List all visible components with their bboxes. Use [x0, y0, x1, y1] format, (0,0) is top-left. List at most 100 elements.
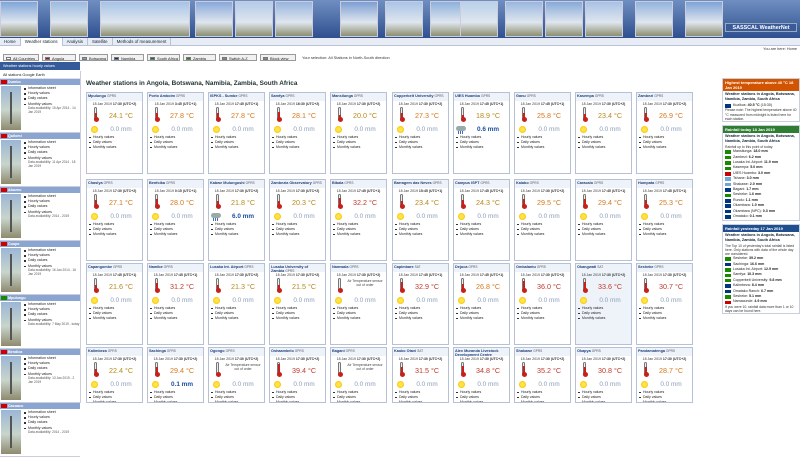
station-link[interactable]: Monthly values	[517, 145, 570, 150]
ranking-row[interactable]: Namacunde: 4.9 mm	[723, 299, 799, 305]
left-station-link[interactable]: Monthly values	[24, 318, 79, 323]
station-photo[interactable]	[1, 410, 21, 454]
station-link[interactable]: Monthly values	[211, 145, 264, 150]
left-station-name[interactable]: Bendica	[0, 349, 80, 355]
station-link[interactable]: Monthly values	[89, 316, 142, 321]
station-photo[interactable]	[1, 194, 21, 238]
station-name[interactable]: OkapyaGPRS	[576, 348, 631, 356]
station-name[interactable]: ISPKS - SumbeGPRS	[209, 93, 264, 101]
station-name[interactable]: OmbalantuGPRS	[515, 264, 570, 272]
station-name[interactable]: KalimbezaGPRS	[87, 348, 142, 356]
station-name[interactable]: OkangwatiSAT	[576, 264, 631, 272]
station-link[interactable]: Monthly values	[578, 316, 631, 321]
station-link[interactable]: Monthly values	[395, 316, 448, 321]
station-link[interactable]: Monthly values	[333, 232, 386, 237]
country-button[interactable]: Botswana	[79, 54, 108, 61]
station-name[interactable]: Alex Muranda Livestock Development Centr…	[454, 348, 509, 357]
station-name[interactable]: SachingaGPRS	[148, 348, 203, 356]
station-name[interactable]: BaganiGPRS	[331, 348, 386, 356]
country-button[interactable]: All Countries	[3, 54, 39, 61]
station-name[interactable]: SamfyaGPRS	[270, 93, 325, 101]
ranking-row[interactable]: Kuzikus: 40.5 °C (15:30)	[723, 103, 799, 108]
station-link[interactable]: Monthly values	[272, 145, 325, 150]
station-link[interactable]: Monthly values	[639, 145, 692, 150]
ranking-row[interactable]: Omatako: 0.1 mm	[723, 214, 799, 219]
station-link[interactable]: Monthly values	[272, 232, 325, 237]
station-link[interactable]: Monthly values	[639, 316, 692, 321]
station-name[interactable]: MpulunguGPRS	[87, 93, 142, 101]
left-station-link[interactable]: Monthly values	[24, 264, 80, 269]
station-name[interactable]: CapangombeGPRS	[87, 264, 142, 272]
station-link[interactable]: Monthly values	[395, 145, 448, 150]
nav-tab-analysis[interactable]: Analysis	[63, 38, 88, 46]
left-station-name[interactable]: Cuupe	[0, 241, 80, 247]
station-link[interactable]: Monthly values	[333, 316, 386, 321]
station-link[interactable]: Monthly values	[89, 145, 142, 150]
station-link[interactable]: Monthly values	[517, 316, 570, 321]
station-name[interactable]: KasempaGPRS	[576, 93, 631, 101]
country-button[interactable]: Switch A-Z	[219, 54, 257, 61]
station-name[interactable]: Barragem das NevesGPRS	[393, 180, 448, 188]
station-name[interactable]: Kabwe MulungushiGPRS	[209, 180, 264, 188]
station-link[interactable]: Monthly values	[395, 232, 448, 237]
station-name[interactable]: BibalaGPRS	[331, 180, 386, 188]
station-link[interactable]: Monthly values	[578, 145, 631, 150]
station-name[interactable]: Lusaka University of ZambiaGPRS	[270, 264, 325, 273]
left-station-name[interactable]: Mpulungu	[0, 295, 80, 301]
station-photo[interactable]	[1, 356, 21, 400]
google-earth-link[interactable]: All stations Google Earth	[0, 71, 80, 79]
nav-tab-methods-of-measurement[interactable]: Methods of measurement	[113, 38, 172, 46]
station-name[interactable]: KalaboGPRS	[515, 180, 570, 188]
station-link[interactable]: Monthly values	[456, 145, 509, 150]
station-name[interactable]: Porto AmboimGPRS	[148, 93, 203, 101]
station-name[interactable]: PandamatengaGPRS	[637, 348, 692, 356]
station-link[interactable]: Monthly values	[150, 316, 203, 321]
station-name[interactable]: ChaslyaGPRS	[87, 180, 142, 188]
left-station-name[interactable]: Cacuaco	[0, 403, 80, 409]
station-name[interactable]: ShakaweGPRS	[515, 348, 570, 356]
station-name[interactable]: UIES HuamboGPRS	[454, 93, 509, 101]
station-name[interactable]: ZambeziGPRS	[637, 93, 692, 101]
station-photo[interactable]	[1, 248, 21, 292]
station-name[interactable]: MansilungaGPRS	[331, 93, 386, 101]
station-name[interactable]: Campus ISPTGPRS	[454, 180, 509, 188]
station-name[interactable]: CapimbareSAT	[393, 264, 448, 272]
station-name[interactable]: NamibeGPRS	[148, 264, 203, 272]
left-station-link[interactable]: Monthly values	[24, 210, 69, 215]
station-link[interactable]: Monthly values	[578, 232, 631, 237]
station-name[interactable]: Copperbelt UniversityGPRS	[393, 93, 448, 101]
station-link[interactable]: Monthly values	[456, 232, 509, 237]
station-link[interactable]: Monthly values	[150, 145, 203, 150]
country-button[interactable]: Namibia	[111, 54, 144, 61]
country-button[interactable]: Block view	[260, 54, 296, 61]
country-button[interactable]: Angola	[42, 54, 76, 61]
station-link[interactable]: Monthly values	[272, 316, 325, 321]
station-photo[interactable]	[1, 302, 21, 346]
station-name[interactable]: Zambezia ObservatoryGPRS	[270, 180, 325, 188]
station-name[interactable]: BenfoikaGPRS	[148, 180, 203, 188]
station-name[interactable]: CaracaloGPRS	[576, 180, 631, 188]
station-photo[interactable]	[1, 86, 21, 130]
left-station-link[interactable]: Monthly values	[24, 156, 80, 161]
station-link[interactable]: Monthly values	[517, 232, 570, 237]
station-name[interactable]: HumpataGPRS	[637, 180, 692, 188]
station-link[interactable]: Monthly values	[211, 316, 264, 321]
station-name[interactable]: OshaambeloGPRS	[270, 348, 325, 356]
nav-tab-home[interactable]: Home	[0, 38, 21, 46]
left-station-name[interactable]: Quilomi	[0, 133, 80, 139]
station-name[interactable]: Kaoko OtaviSAT	[393, 348, 448, 356]
left-station-name[interactable]: Abuzeu	[0, 187, 80, 193]
station-name[interactable]: NamwalaGPRS	[331, 264, 386, 272]
station-link[interactable]: Monthly values	[456, 316, 509, 321]
station-link[interactable]: Monthly values	[639, 232, 692, 237]
station-name[interactable]: DejucaGPRS	[454, 264, 509, 272]
left-station-link[interactable]: Monthly values	[24, 372, 80, 377]
left-station-link[interactable]: Monthly values	[24, 426, 69, 431]
station-name[interactable]: GanuGPRS	[515, 93, 570, 101]
station-link[interactable]: Monthly values	[333, 145, 386, 150]
station-link[interactable]: Monthly values	[211, 232, 264, 237]
country-button[interactable]: South Africa	[147, 54, 180, 61]
station-name[interactable]: SeshekeGPRS	[637, 264, 692, 272]
station-link[interactable]: Monthly values	[150, 232, 203, 237]
station-photo[interactable]	[1, 140, 21, 184]
